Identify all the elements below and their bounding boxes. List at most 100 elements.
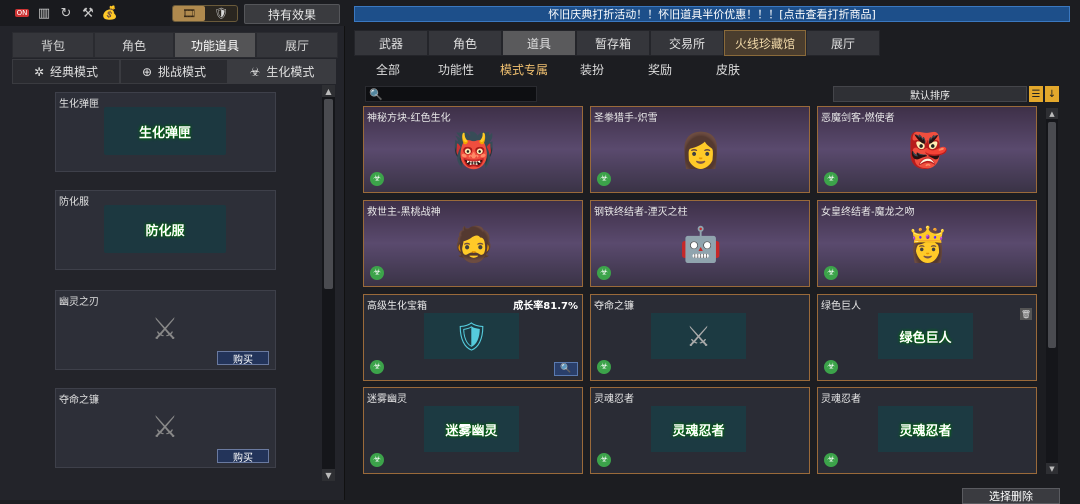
chest-glyph: 🛡 (453, 319, 490, 353)
sub-tabs: 全部 功能性 模式专属 装扮 奖励 皮肤 (354, 58, 1070, 80)
character-icon: 👺 (906, 131, 950, 171)
card-name: 高级生化宝箱 (367, 301, 427, 312)
character-icon: 👹 (452, 131, 496, 171)
item-card[interactable]: 夺命之镰 ⚔ ☣ (590, 294, 810, 381)
item-art: 绿色巨人 (878, 313, 973, 359)
mode-tabs: ✲ 经典模式 ⊕ 挑战模式 ☣ 生化模式 (12, 59, 336, 84)
scroll-thumb[interactable] (324, 99, 333, 289)
list-item[interactable]: 夺命之镰 ⚔ 购买 (55, 388, 276, 468)
list-item[interactable]: 生化弹匣 生化弹匣 (55, 92, 276, 172)
tab-function-items[interactable]: 功能道具 (174, 32, 256, 58)
tab-showroom[interactable]: 展厅 (256, 32, 338, 58)
bar-chart-icon[interactable]: ▥ (36, 5, 52, 21)
item-card[interactable]: 高级生化宝箱 成长率81.7% 🛡 ☣ 🔍 (363, 294, 583, 381)
item-card[interactable]: 绿色巨人 绿色巨人 ☣ 🗑 (817, 294, 1037, 381)
subtab-skin[interactable]: 皮肤 (694, 61, 762, 78)
item-card[interactable]: 神秘方块-红色生化 👹 ☣ (363, 106, 583, 193)
subtab-all[interactable]: 全部 (354, 61, 422, 78)
trash-icon[interactable]: 🗑 (1020, 308, 1032, 320)
card-name: 灵魂忍者 (821, 394, 861, 405)
item-card[interactable]: 钢铁终结者-湮灭之柱 🤖 ☣ (590, 200, 810, 287)
search-input[interactable]: 🔍 (365, 86, 537, 102)
item-art: 灵魂忍者 (651, 406, 746, 452)
item-name: 防化服 (59, 197, 89, 208)
chest-icon: 🛡 (424, 313, 519, 359)
item-grid: 神秘方块-红色生化 👹 ☣ 圣拳猎手-炽雪 👩 ☣ 恶魔剑客-燃使者 👺 ☣ 救… (363, 106, 1038, 476)
scroll-up-icon[interactable]: ▲ (322, 85, 335, 97)
item-card[interactable]: 灵魂忍者 灵魂忍者 ☣ (817, 387, 1037, 474)
subtab-mode-exclusive[interactable]: 模式专属 (490, 61, 558, 78)
mode-challenge-label: 挑战模式 (158, 65, 207, 79)
buy-button[interactable]: 购买 (217, 351, 269, 366)
character-icon: 🤖 (679, 225, 723, 265)
on-icon[interactable]: ON (14, 5, 30, 21)
card-name: 灵魂忍者 (594, 394, 634, 405)
sack-icon[interactable]: 💰 (102, 5, 118, 21)
item-name: 生化弹匣 (59, 99, 99, 110)
bio-badge-icon: ☣ (370, 453, 384, 467)
item-card[interactable]: 救世主-黑桃战神 🧔 ☣ (363, 200, 583, 287)
zoom-icon[interactable]: 🔍 (554, 362, 578, 376)
tab-collection[interactable]: 火线珍藏馆 (724, 30, 806, 56)
tab-exhibit[interactable]: 展厅 (806, 30, 880, 56)
list-item[interactable]: 幽灵之刃 ⚔ 购买 (55, 290, 276, 370)
toggle-right-icon[interactable]: 🛡 (205, 6, 237, 21)
sort-select[interactable]: 默认排序 (833, 86, 1027, 102)
item-card[interactable]: 恶魔剑客-燃使者 👺 ☣ (817, 106, 1037, 193)
subtab-reward[interactable]: 奖励 (626, 61, 694, 78)
scythe-icon: ⚔ (151, 409, 179, 445)
hammer-icon[interactable]: ⚒ (80, 5, 96, 21)
item-card[interactable]: 女皇终结者-魔龙之吻 👸 ☣ (817, 200, 1037, 287)
item-card[interactable]: 圣拳猎手-炽雪 👩 ☣ (590, 106, 810, 193)
list-view-icon[interactable]: ☰ (1029, 86, 1043, 102)
scroll-thumb[interactable] (1048, 122, 1056, 348)
challenge-icon: ⊕ (141, 64, 153, 79)
scroll-down-icon[interactable]: ▼ (1046, 463, 1058, 474)
item-name: 夺命之镰 (59, 395, 99, 406)
toggle-left-icon[interactable]: 🎞 (173, 6, 205, 21)
bio-badge-icon: ☣ (597, 360, 611, 374)
right-scrollbar[interactable]: ▲ ▼ (1046, 108, 1058, 474)
card-name: 救世主-黑桃战神 (367, 207, 441, 218)
bio-badge-icon: ☣ (370, 172, 384, 186)
scroll-down-icon[interactable]: ▼ (322, 469, 335, 481)
item-card[interactable]: 灵魂忍者 灵魂忍者 ☣ (590, 387, 810, 474)
bio-badge-icon: ☣ (597, 453, 611, 467)
card-name: 圣拳猎手-炽雪 (594, 113, 658, 124)
tab-character[interactable]: 角色 (94, 32, 174, 58)
hold-effect-button[interactable]: 持有效果 (244, 4, 340, 24)
tab-items[interactable]: 道具 (502, 30, 576, 56)
mode-classic[interactable]: ✲ 经典模式 (12, 59, 120, 84)
sort-down-icon[interactable]: ↓ (1045, 86, 1059, 102)
item-art: 生化弹匣 (104, 107, 226, 155)
tab-weapons[interactable]: 武器 (354, 30, 428, 56)
item-card[interactable]: 迷雾幽灵 迷雾幽灵 ☣ (363, 387, 583, 474)
select-delete-button[interactable]: 选择删除 (962, 488, 1060, 504)
left-scrollbar[interactable]: ▲ ▼ (322, 85, 335, 481)
refresh-icon[interactable]: ↻ (58, 5, 74, 21)
card-name: 迷雾幽灵 (367, 394, 407, 405)
subtab-functional[interactable]: 功能性 (422, 61, 490, 78)
item-art: 防化服 (104, 205, 226, 253)
character-icon: 🧔 (452, 225, 496, 265)
tab-backpack[interactable]: 背包 (12, 32, 94, 58)
buy-button[interactable]: 购买 (217, 449, 269, 464)
item-art: 迷雾幽灵 (424, 406, 519, 452)
card-name: 夺命之镰 (594, 301, 634, 312)
promo-banner[interactable]: 怀旧庆典打折活动！！怀旧道具半价优惠！！！[点击查看打折商品] (354, 6, 1070, 22)
tab-roles[interactable]: 角色 (428, 30, 502, 56)
scythe-icon: ⚔ (151, 311, 179, 347)
tab-storage[interactable]: 暂存箱 (576, 30, 650, 56)
view-toggle[interactable]: 🎞 🛡 (172, 5, 238, 22)
list-item[interactable]: 防化服 防化服 (55, 190, 276, 270)
subtab-outfit[interactable]: 装扮 (558, 61, 626, 78)
tab-exchange[interactable]: 交易所 (650, 30, 724, 56)
scroll-up-icon[interactable]: ▲ (1046, 108, 1058, 119)
top-icon-bar: ON ▥ ↻ ⚒ 💰 (0, 0, 170, 26)
mode-challenge[interactable]: ⊕ 挑战模式 (120, 59, 228, 84)
item-name: 幽灵之刃 (59, 297, 99, 308)
left-tabs: 背包 角色 功能道具 展厅 (12, 32, 338, 58)
art-label: 生化弹匣 (138, 125, 191, 141)
mode-bio[interactable]: ☣ 生化模式 (228, 59, 336, 84)
mode-classic-label: 经典模式 (50, 65, 99, 79)
